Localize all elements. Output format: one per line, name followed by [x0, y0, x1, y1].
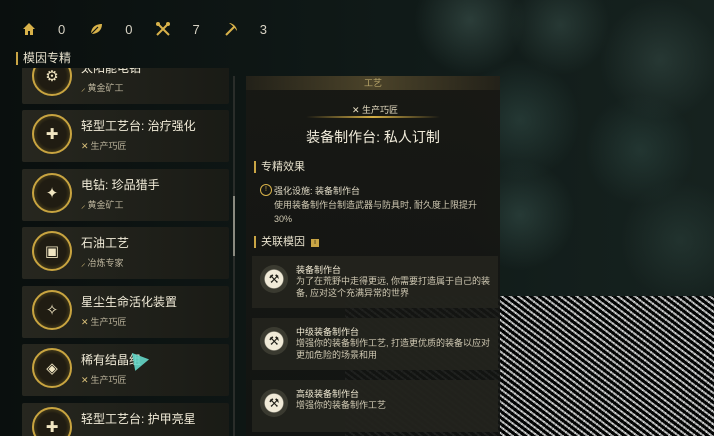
list-item[interactable]: ⚙ 太阳能电钻 ⸝ 黄金矿工 — [22, 68, 229, 104]
item-category: ⸝ 黄金矿工 — [81, 200, 124, 210]
info-icon[interactable]: i — [311, 239, 319, 247]
effect-description: 使用装备制作台制造武器与防具时, 耐久度上限提升30% — [274, 200, 478, 224]
drill-icon: ✦ — [32, 173, 72, 213]
pickaxe-icon — [222, 20, 240, 38]
item-name: 星尘生命活化装置 — [81, 295, 178, 309]
list-scrollbar[interactable] — [233, 76, 235, 436]
resource-home-count: 0 — [58, 21, 66, 37]
resource-pickaxe: 3 — [222, 20, 267, 38]
resource-pickaxe-count: 3 — [259, 21, 267, 37]
meme-detail-panel: 工艺 ✕ 生产巧匠 装备制作台: 私人订制 专精效果 ! 强化设施: 装备制作台… — [246, 76, 500, 436]
panel-title: 模因专精 — [16, 52, 71, 65]
list-item[interactable]: ▣ 石油工艺 ⸝ 冶炼专家 — [22, 227, 229, 279]
role-divider — [306, 116, 440, 118]
resource-leaf-count: 0 — [125, 21, 133, 37]
resource-tools: 7 — [154, 20, 200, 38]
stardust-device-icon: ✧ — [32, 290, 72, 330]
crystal-icon: ◈ — [32, 348, 72, 388]
pickaxe-icon: ⸝ — [81, 258, 86, 268]
resource-leaf: 0 — [87, 20, 132, 38]
workbench-icon: ✚ — [32, 407, 72, 436]
crossed-tools-icon: ✕ — [81, 317, 89, 327]
related-heading: 关联模因 i — [254, 236, 319, 248]
related-item[interactable]: ⚒ 中级装备制作台 增强你的装备制作工艺, 打造更优质的装备以应对更加危险的场景… — [252, 318, 498, 370]
list-item[interactable]: ✚ 轻型工艺台: 护甲亮星 — [22, 403, 229, 436]
list-item[interactable]: ✦ 电钻: 珍品猎手 ⸝ 黄金矿工 — [22, 169, 229, 221]
pickaxe-icon: ⸝ — [81, 200, 86, 210]
list-item[interactable]: ✚ 轻型工艺台: 治疗强化 ✕ 生产巧匠 — [22, 110, 229, 162]
item-category: ✕ 生产巧匠 — [81, 317, 127, 327]
home-icon — [20, 20, 38, 38]
item-category: ✕ 生产巧匠 — [81, 141, 127, 151]
related-item[interactable]: ⚒ 高级装备制作台 增强你的装备制作工艺 — [252, 380, 498, 432]
leaf-icon — [87, 20, 105, 38]
drill-icon: ⚙ — [32, 68, 72, 96]
list-item[interactable]: ◈ 稀有结晶组 ✕ 生产巧匠 — [22, 344, 229, 396]
upgrade-icon: ! — [260, 184, 272, 196]
effects-heading: 专精效果 — [254, 161, 305, 173]
crossed-tools-icon: ✕ — [352, 105, 363, 115]
item-category: ⸝ 黄金矿工 — [81, 83, 124, 93]
item-name: 轻型工艺台: 治疗强化 — [81, 119, 196, 133]
crossed-tools-icon: ✕ — [81, 141, 89, 151]
workbench-icon: ⚒ — [260, 327, 288, 355]
pickaxe-icon: ⸝ — [81, 83, 86, 93]
related-description: 增强你的装备制作工艺 — [296, 400, 387, 410]
item-name: 轻型工艺台: 护甲亮星 — [81, 412, 196, 426]
item-category: ⸝ 冶炼专家 — [81, 258, 124, 268]
craft-tab[interactable]: 工艺 — [246, 76, 500, 90]
crossed-tools-icon: ✕ — [81, 375, 89, 385]
item-name: 太阳能电钻 — [81, 68, 142, 75]
workbench-icon: ✚ — [32, 114, 72, 154]
workbench-icon: ⚒ — [260, 389, 288, 417]
list-item[interactable]: ✧ 星尘生命活化装置 ✕ 生产巧匠 — [22, 286, 229, 338]
item-name: 电钻: 珍品猎手 — [81, 178, 160, 192]
item-name: 石油工艺 — [81, 236, 130, 250]
role-label: ✕ 生产巧匠 — [352, 105, 399, 115]
effect-name: 强化设施: 装备制作台 — [274, 186, 361, 196]
related-description: 为了在荒野中走得更远, 你需要打造属于自己的装备, 应对这个充满异常的世界 — [296, 276, 491, 298]
oil-canister-icon: ▣ — [32, 231, 72, 271]
related-item[interactable]: ⚒ 装备制作台 为了在荒野中走得更远, 你需要打造属于自己的装备, 应对这个充满… — [252, 256, 498, 308]
related-description: 增强你的装备制作工艺, 打造更优质的装备以应对更加危险的场景和用 — [296, 338, 491, 360]
workbench-icon: ⚒ — [260, 265, 288, 293]
list-scrollbar-thumb[interactable] — [233, 196, 235, 256]
detail-title: 装备制作台: 私人订制 — [306, 129, 440, 145]
meme-list[interactable]: ⚙ 太阳能电钻 ⸝ 黄金矿工 ✚ 轻型工艺台: 治疗强化 ✕ 生产巧匠 ✦ 电钻: … — [22, 68, 229, 436]
resource-tools-count: 7 — [192, 21, 200, 37]
item-category: ✕ 生产巧匠 — [81, 375, 127, 385]
resource-bar: 0 0 7 3 — [0, 0, 360, 58]
resource-home: 0 — [20, 20, 65, 38]
crossed-tools-icon — [154, 20, 172, 38]
